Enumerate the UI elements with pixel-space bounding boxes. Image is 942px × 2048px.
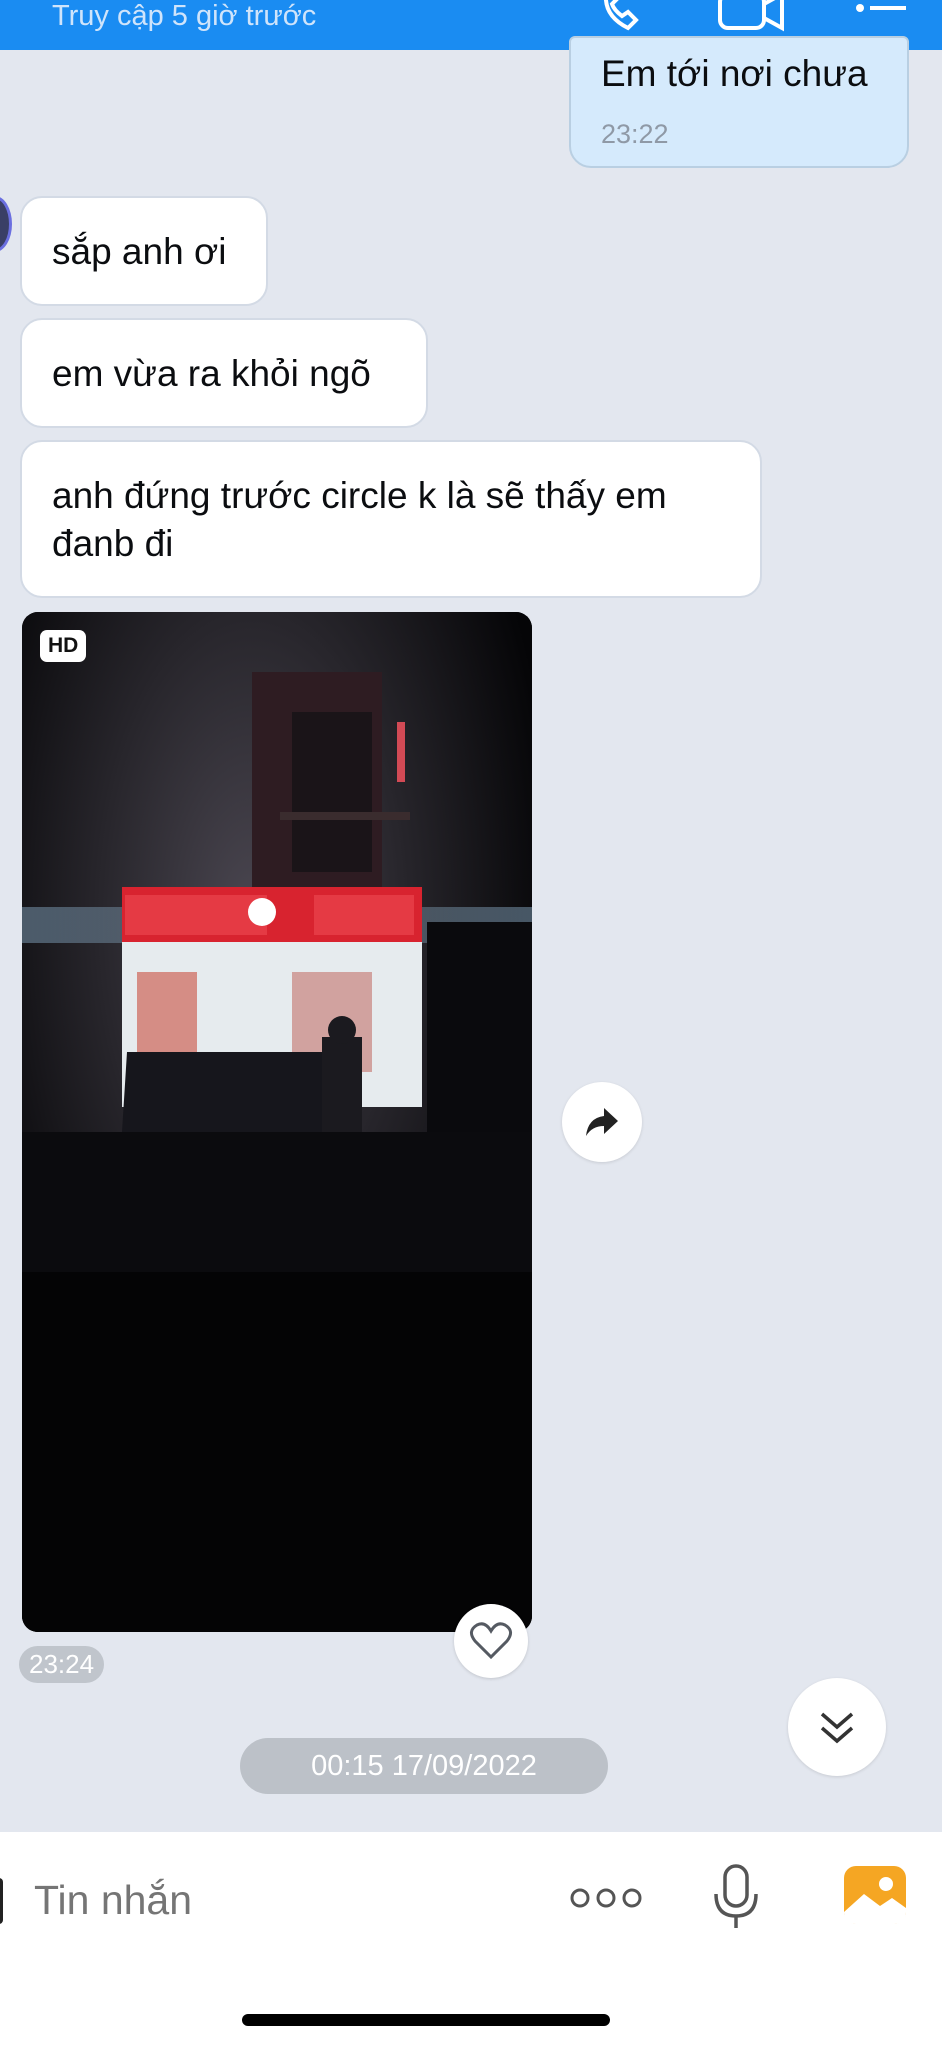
- message-text: anh đứng trước circle k là sẽ thấy em đa…: [52, 475, 667, 564]
- message-input[interactable]: [34, 1872, 514, 1928]
- media-time: 23:24: [19, 1646, 105, 1683]
- message-time: 23:22: [601, 119, 669, 149]
- hd-badge: HD: [40, 630, 87, 662]
- received-message-bubble[interactable]: anh đứng trước circle k là sẽ thấy em đa…: [20, 440, 762, 598]
- date-divider: 00:15 17/09/2022: [240, 1738, 608, 1794]
- more-icon[interactable]: [570, 1884, 642, 1917]
- home-indicator: [242, 2014, 610, 2026]
- message-text: em vừa ra khỏi ngõ: [52, 353, 371, 394]
- microphone-icon[interactable]: [710, 1862, 762, 1939]
- emoji-icon[interactable]: [0, 1878, 3, 1924]
- avatar[interactable]: [0, 196, 12, 252]
- sent-message-bubble[interactable]: Em tới nơi chưa 23:22: [569, 36, 909, 168]
- message-text: Em tới nơi chưa: [601, 53, 868, 94]
- message-text: sắp anh ơi: [52, 231, 227, 272]
- last-seen-status: Truy cập 5 giờ trước: [52, 0, 317, 32]
- video-message[interactable]: [22, 612, 532, 1632]
- menu-icon[interactable]: [854, 0, 910, 36]
- received-message-bubble[interactable]: sắp anh ơi: [20, 196, 268, 306]
- photo-icon[interactable]: [842, 1864, 908, 1931]
- phone-icon[interactable]: [598, 0, 648, 36]
- heart-icon[interactable]: [454, 1604, 528, 1678]
- received-message-bubble[interactable]: em vừa ra khỏi ngõ: [20, 318, 428, 428]
- video-call-icon[interactable]: [716, 0, 786, 36]
- share-icon[interactable]: [562, 1082, 642, 1162]
- double-chevron-down-icon[interactable]: [788, 1678, 886, 1776]
